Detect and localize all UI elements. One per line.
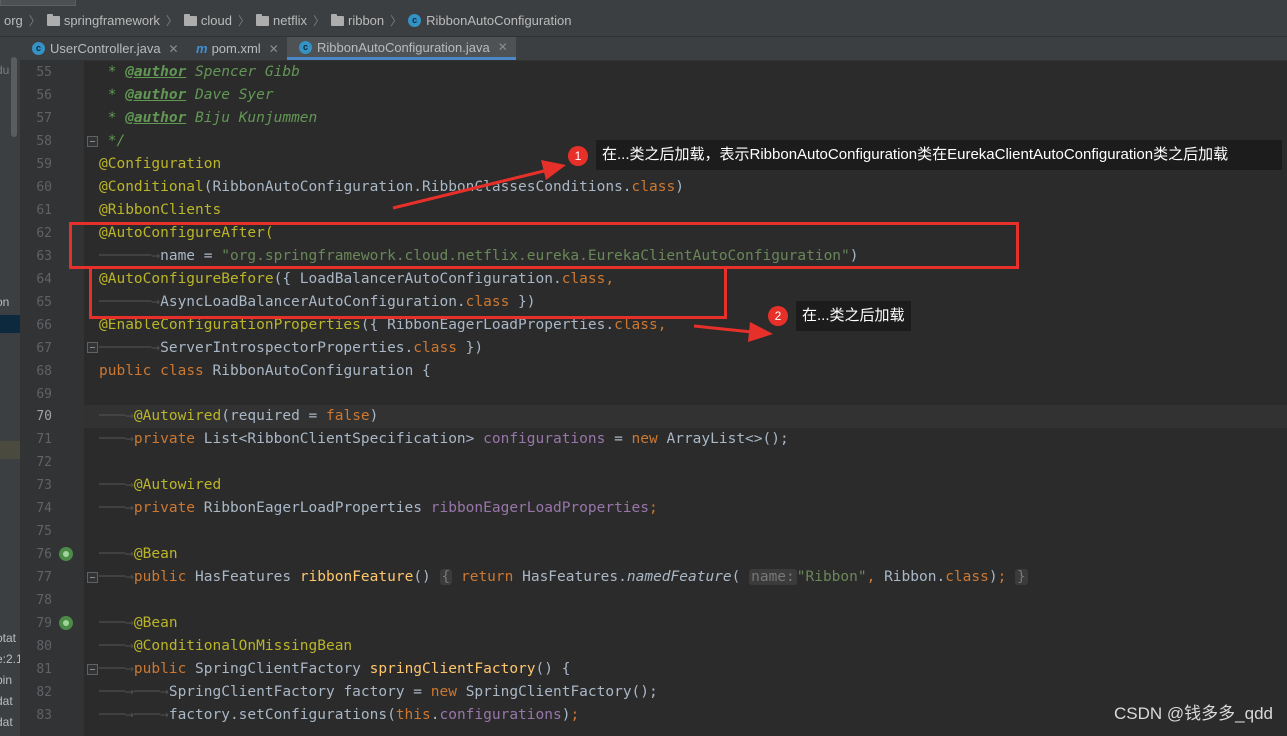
arrow-head-2 — [748, 322, 773, 342]
annotation-tooltip-1: 在...类之后加载，表示RibbonAutoConfiguration类在Eur… — [596, 140, 1282, 170]
arrow-head-1 — [541, 160, 566, 180]
watermark: CSDN @钱多多_qdd — [1114, 704, 1273, 723]
annotation-tooltip-2: 在...类之后加载 — [796, 301, 911, 331]
arrow-line-1 — [392, 168, 549, 210]
annotation-badge-1: 1 — [568, 146, 588, 166]
annotation-arrows — [392, 160, 773, 342]
annotation-badge-2: 2 — [768, 306, 788, 326]
arrow-line-2 — [693, 324, 753, 334]
